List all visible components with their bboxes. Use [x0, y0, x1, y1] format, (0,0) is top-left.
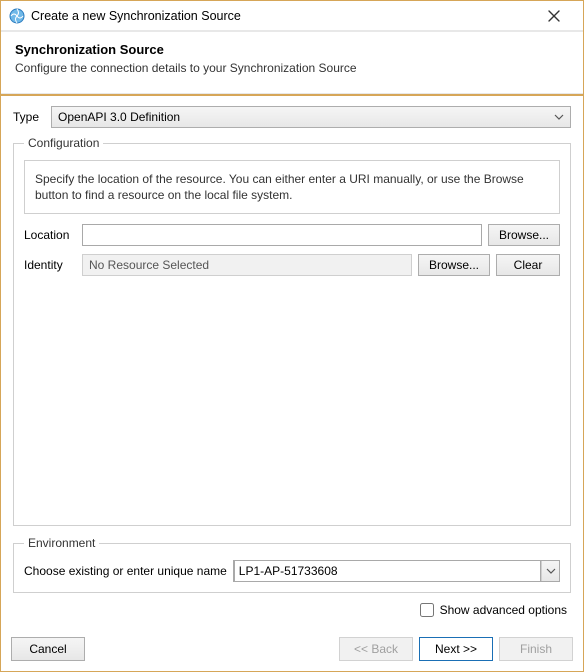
- banner-wrap: Synchronization Source Configure the con…: [1, 31, 583, 96]
- identity-row: Identity No Resource Selected Browse... …: [24, 254, 560, 276]
- identity-label: Identity: [24, 258, 76, 272]
- configuration-info: Specify the location of the resource. Yo…: [24, 160, 560, 214]
- banner-description: Configure the connection details to your…: [15, 61, 569, 75]
- configuration-legend: Configuration: [24, 136, 103, 150]
- show-advanced-label[interactable]: Show advanced options: [440, 603, 567, 617]
- location-row: Location Browse...: [24, 224, 560, 246]
- finish-button: Finish: [499, 637, 573, 661]
- chevron-down-icon[interactable]: [541, 561, 559, 581]
- dialog-window: Create a new Synchronization Source Sync…: [0, 0, 584, 672]
- next-button[interactable]: Next >>: [419, 637, 493, 661]
- environment-combo[interactable]: [233, 560, 560, 582]
- environment-legend: Environment: [24, 536, 99, 550]
- banner-heading: Synchronization Source: [15, 42, 569, 57]
- type-selected-value: OpenAPI 3.0 Definition: [58, 110, 180, 124]
- advanced-row: Show advanced options: [13, 593, 571, 623]
- configuration-group: Configuration Specify the location of th…: [13, 136, 571, 526]
- wizard-button-bar: Cancel << Back Next >> Finish: [1, 631, 583, 671]
- titlebar: Create a new Synchronization Source: [1, 1, 583, 31]
- location-browse-button[interactable]: Browse...: [488, 224, 560, 246]
- environment-group: Environment Choose existing or enter uni…: [13, 536, 571, 593]
- environment-prompt: Choose existing or enter unique name: [24, 564, 227, 578]
- type-row: Type OpenAPI 3.0 Definition: [13, 106, 571, 128]
- back-button: << Back: [339, 637, 413, 661]
- identity-value: No Resource Selected: [89, 258, 209, 272]
- chevron-down-icon: [554, 112, 564, 122]
- wizard-banner: Synchronization Source Configure the con…: [1, 31, 583, 94]
- location-label: Location: [24, 228, 76, 242]
- cancel-button[interactable]: Cancel: [11, 637, 85, 661]
- identity-browse-button[interactable]: Browse...: [418, 254, 490, 276]
- show-advanced-checkbox[interactable]: [420, 603, 434, 617]
- environment-row: Choose existing or enter unique name: [24, 560, 560, 582]
- identity-display: No Resource Selected: [82, 254, 412, 276]
- identity-clear-button[interactable]: Clear: [496, 254, 560, 276]
- environment-input[interactable]: [234, 560, 541, 582]
- app-icon: [9, 8, 25, 24]
- content-area: Type OpenAPI 3.0 Definition Configuratio…: [1, 96, 583, 631]
- location-input[interactable]: [82, 224, 482, 246]
- type-label: Type: [13, 110, 45, 124]
- type-select[interactable]: OpenAPI 3.0 Definition: [51, 106, 571, 128]
- window-title: Create a new Synchronization Source: [31, 9, 533, 23]
- close-button[interactable]: [533, 2, 575, 30]
